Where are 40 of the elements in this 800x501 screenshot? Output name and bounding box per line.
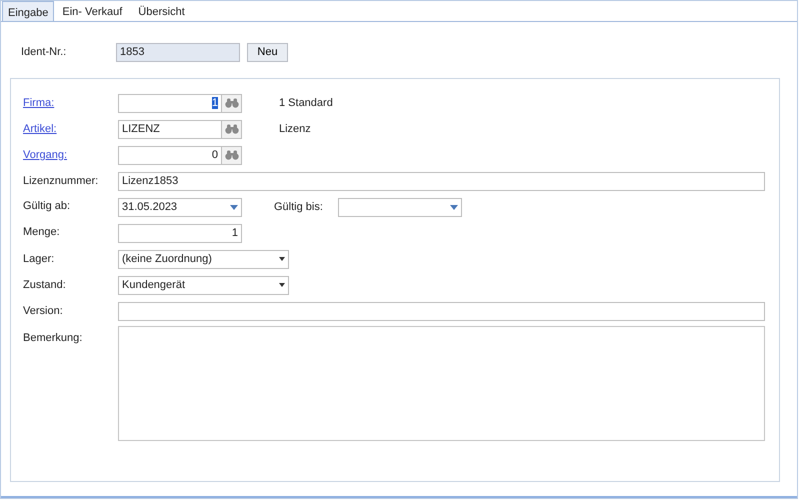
field-label: Menge:: [23, 225, 61, 238]
text-field[interactable]: Lizenz1853: [118, 172, 765, 190]
field-link[interactable]: Artikel:: [23, 123, 118, 135]
lookup-description: 1 Standard: [279, 97, 333, 109]
dropdown-arrow-icon: [279, 283, 285, 287]
field-label: Ident-Nr.:: [21, 46, 68, 58]
binoculars-button[interactable]: [221, 94, 242, 112]
field-label: Gültig ab:: [23, 199, 72, 212]
dropdown-arrow-icon: [450, 204, 458, 210]
dropdown-arrow-icon: [230, 204, 238, 210]
date-picker[interactable]: [338, 198, 462, 216]
tab[interactable]: Eingabe: [2, 1, 54, 21]
text-field[interactable]: [118, 302, 765, 320]
date-picker[interactable]: 31.05.2023: [118, 198, 242, 216]
dropdown[interactable]: (keine Zuordnung): [118, 250, 289, 268]
tab[interactable]: Übersicht: [130, 1, 193, 21]
field-label: Version:: [23, 305, 64, 317]
new-button[interactable]: Neu: [247, 42, 288, 62]
tab[interactable]: Ein- Verkauf: [54, 1, 130, 21]
lookup-field[interactable]: 1: [118, 94, 221, 112]
field-label: Bemerkung:: [23, 331, 84, 344]
field-link[interactable]: Vorgang:: [23, 149, 118, 161]
number-field[interactable]: 1: [118, 224, 242, 242]
binoculars-icon: [224, 98, 238, 108]
dropdown-arrow-icon: [279, 257, 285, 261]
dropdown[interactable]: Kundengerät: [118, 276, 289, 294]
lookup-field[interactable]: 0: [118, 146, 221, 164]
field-label: Gültig bis:: [274, 201, 324, 213]
binoculars-button[interactable]: [221, 146, 242, 164]
field-label: Lizenznummer:: [23, 175, 100, 187]
binoculars-button[interactable]: [221, 120, 242, 138]
text-area[interactable]: [118, 326, 765, 441]
ident-field: 1853: [116, 42, 240, 62]
field-label: Zustand:: [23, 279, 67, 291]
lookup-field[interactable]: LIZENZ: [118, 120, 221, 138]
binoculars-icon: [224, 150, 238, 160]
field-label: Lager:: [23, 253, 56, 265]
field-link[interactable]: Firma:: [23, 97, 118, 109]
lookup-description: Lizenz: [279, 123, 311, 135]
binoculars-icon: [224, 124, 238, 134]
